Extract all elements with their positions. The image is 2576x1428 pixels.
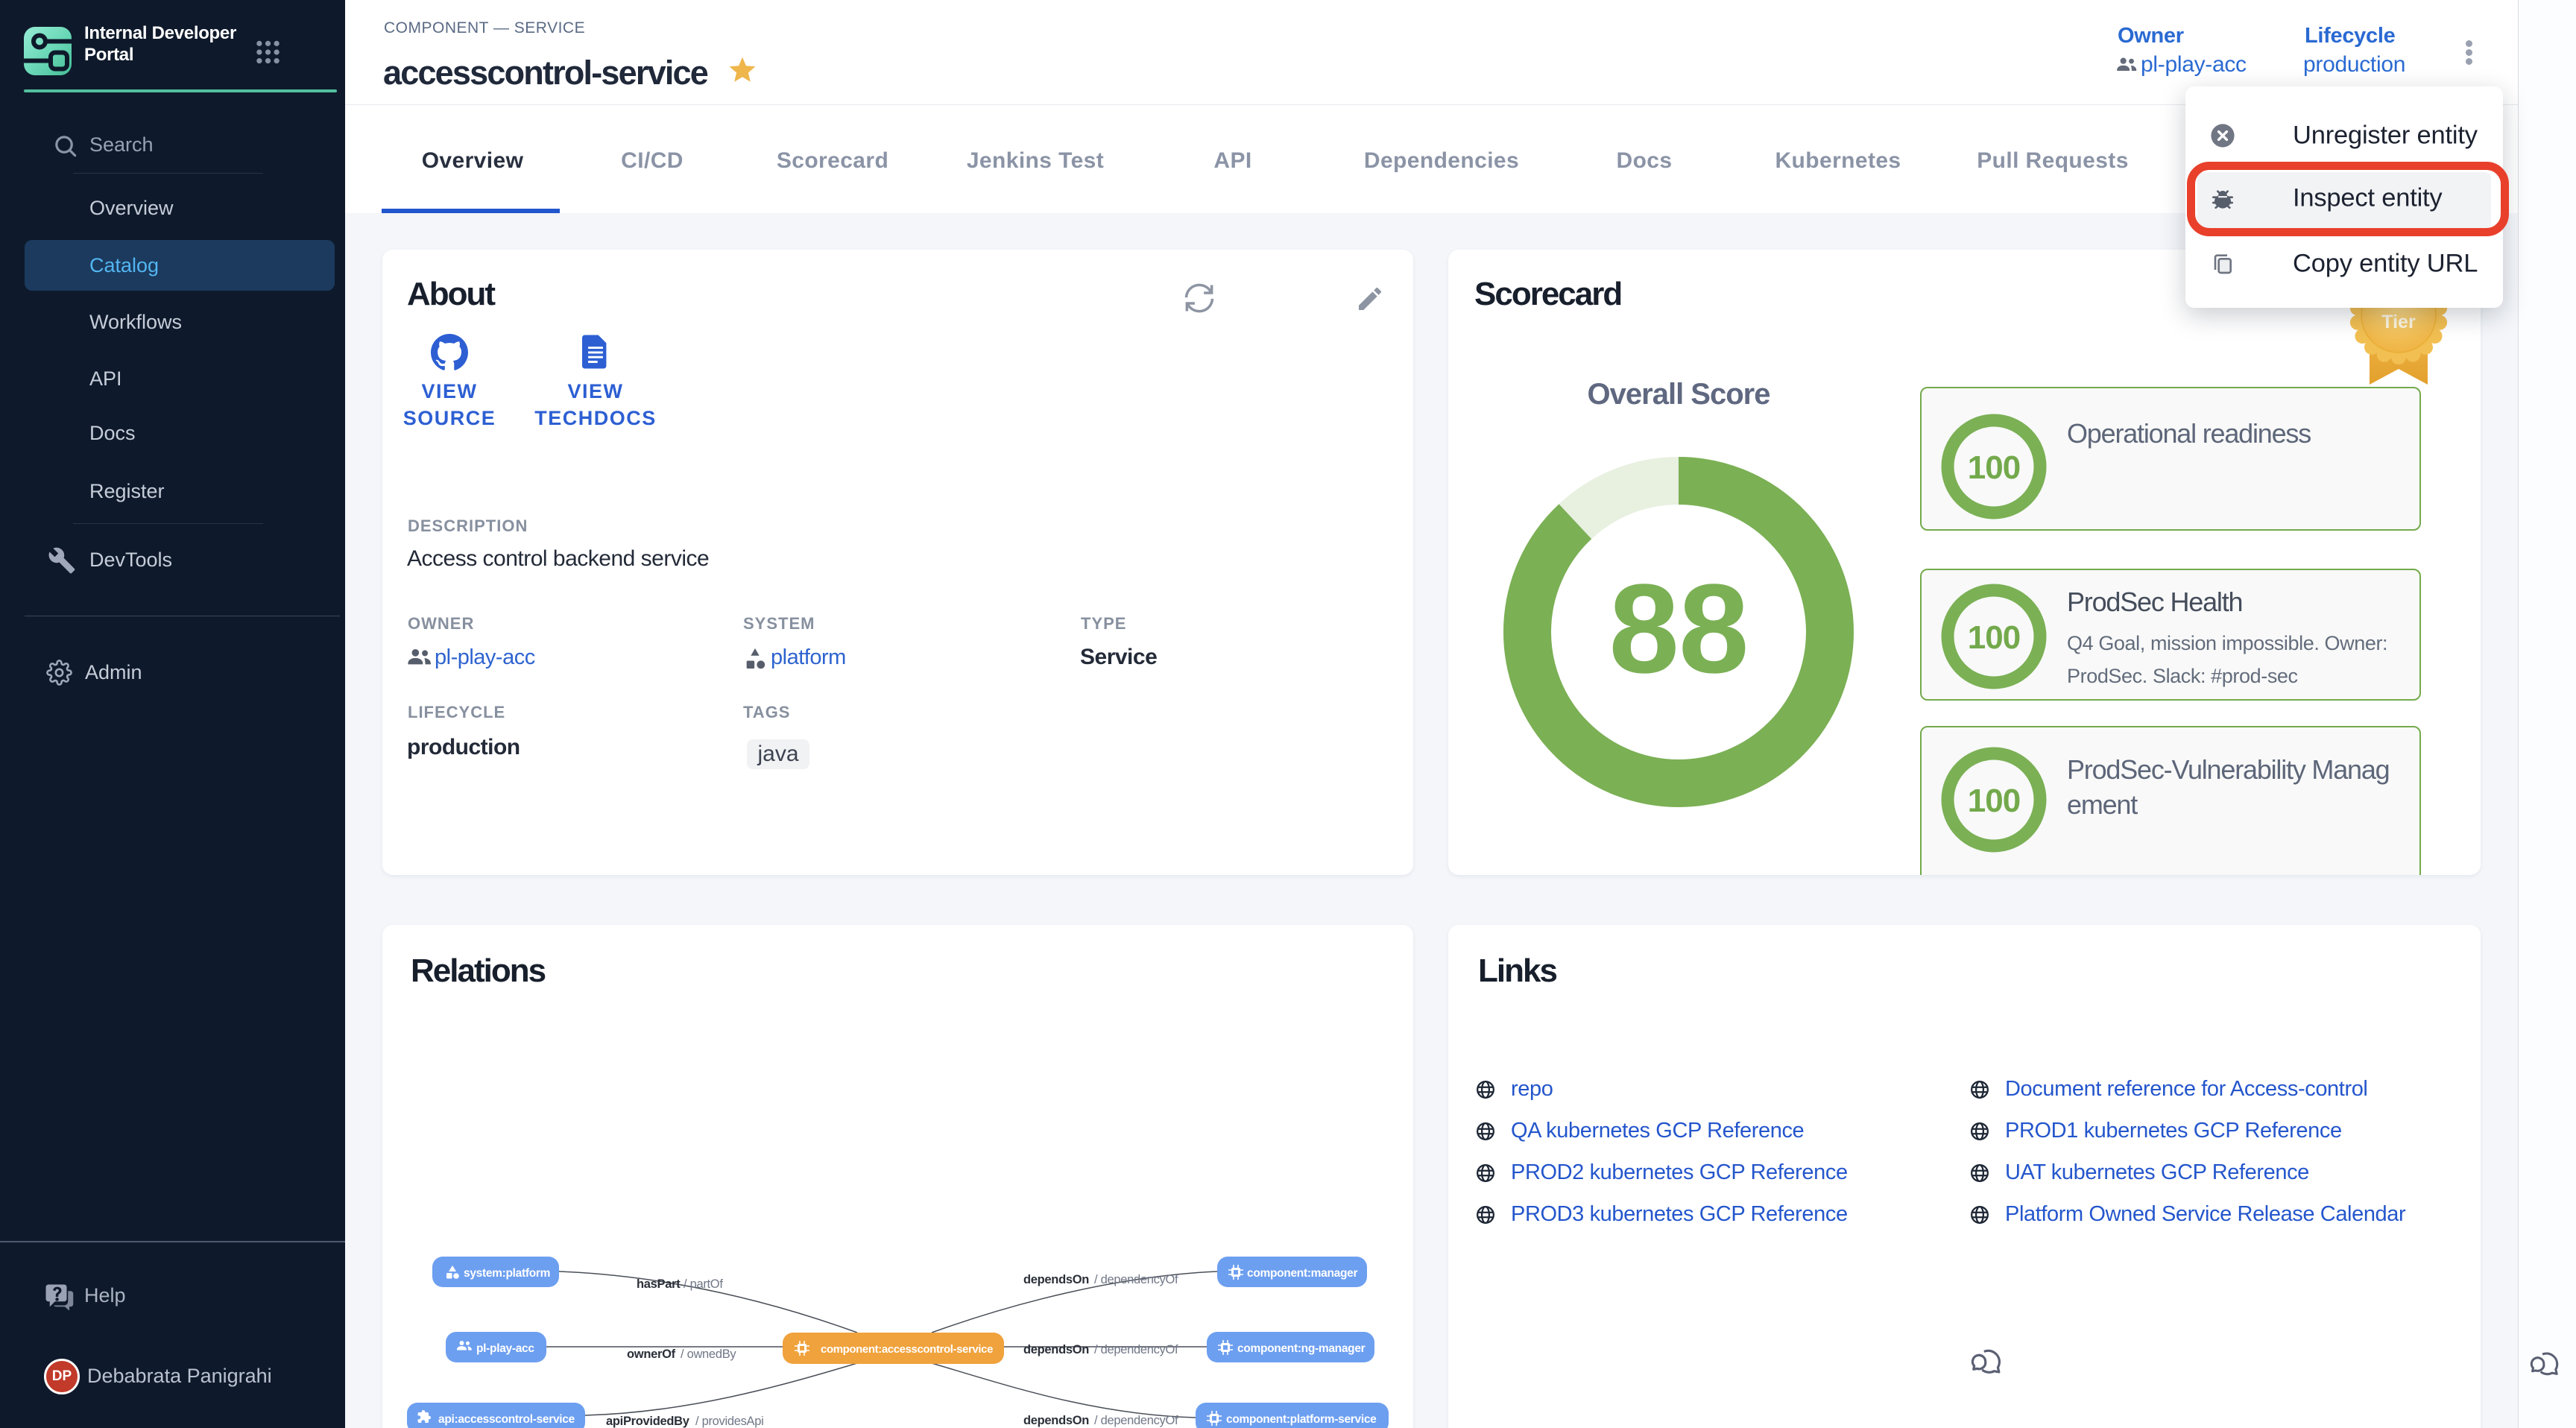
svg-text:/ partOf: / partOf <box>684 1277 723 1291</box>
svg-text:/ providesApi: / providesApi <box>695 1415 763 1428</box>
svg-text:pl-play-acc: pl-play-acc <box>476 1342 534 1355</box>
svg-text:component:accesscontrol-servic: component:accesscontrol-service <box>821 1343 993 1356</box>
svg-text:hasPart: hasPart <box>637 1277 681 1291</box>
svg-text:dependsOn: dependsOn <box>1023 1273 1089 1286</box>
svg-text:/ dependencyOf: / dependencyOf <box>1094 1414 1178 1427</box>
svg-text:/ ownedBy: / ownedBy <box>681 1348 736 1361</box>
svg-text:dependsOn: dependsOn <box>1023 1343 1089 1356</box>
svg-text:component:platform-service: component:platform-service <box>1226 1413 1377 1426</box>
svg-text:/ dependencyOf: / dependencyOf <box>1094 1343 1178 1356</box>
svg-text:apiProvidedBy: apiProvidedBy <box>606 1415 690 1428</box>
svg-text:100: 100 <box>1968 783 2020 819</box>
svg-text:Tier: Tier <box>2381 312 2416 332</box>
svg-text:component:ng-manager: component:ng-manager <box>1237 1342 1366 1355</box>
svg-text:88: 88 <box>1609 558 1748 700</box>
svg-text:ownerOf: ownerOf <box>627 1348 676 1361</box>
svg-text:system:platform: system:platform <box>464 1267 550 1280</box>
svg-text:api:accesscontrol-service: api:accesscontrol-service <box>438 1413 575 1426</box>
svg-text:100: 100 <box>1968 619 2020 656</box>
svg-text:/ dependencyOf: / dependencyOf <box>1094 1273 1178 1286</box>
svg-text:component:manager: component:manager <box>1247 1267 1357 1280</box>
svg-text:100: 100 <box>1968 449 2020 486</box>
svg-text:dependsOn: dependsOn <box>1023 1414 1089 1427</box>
